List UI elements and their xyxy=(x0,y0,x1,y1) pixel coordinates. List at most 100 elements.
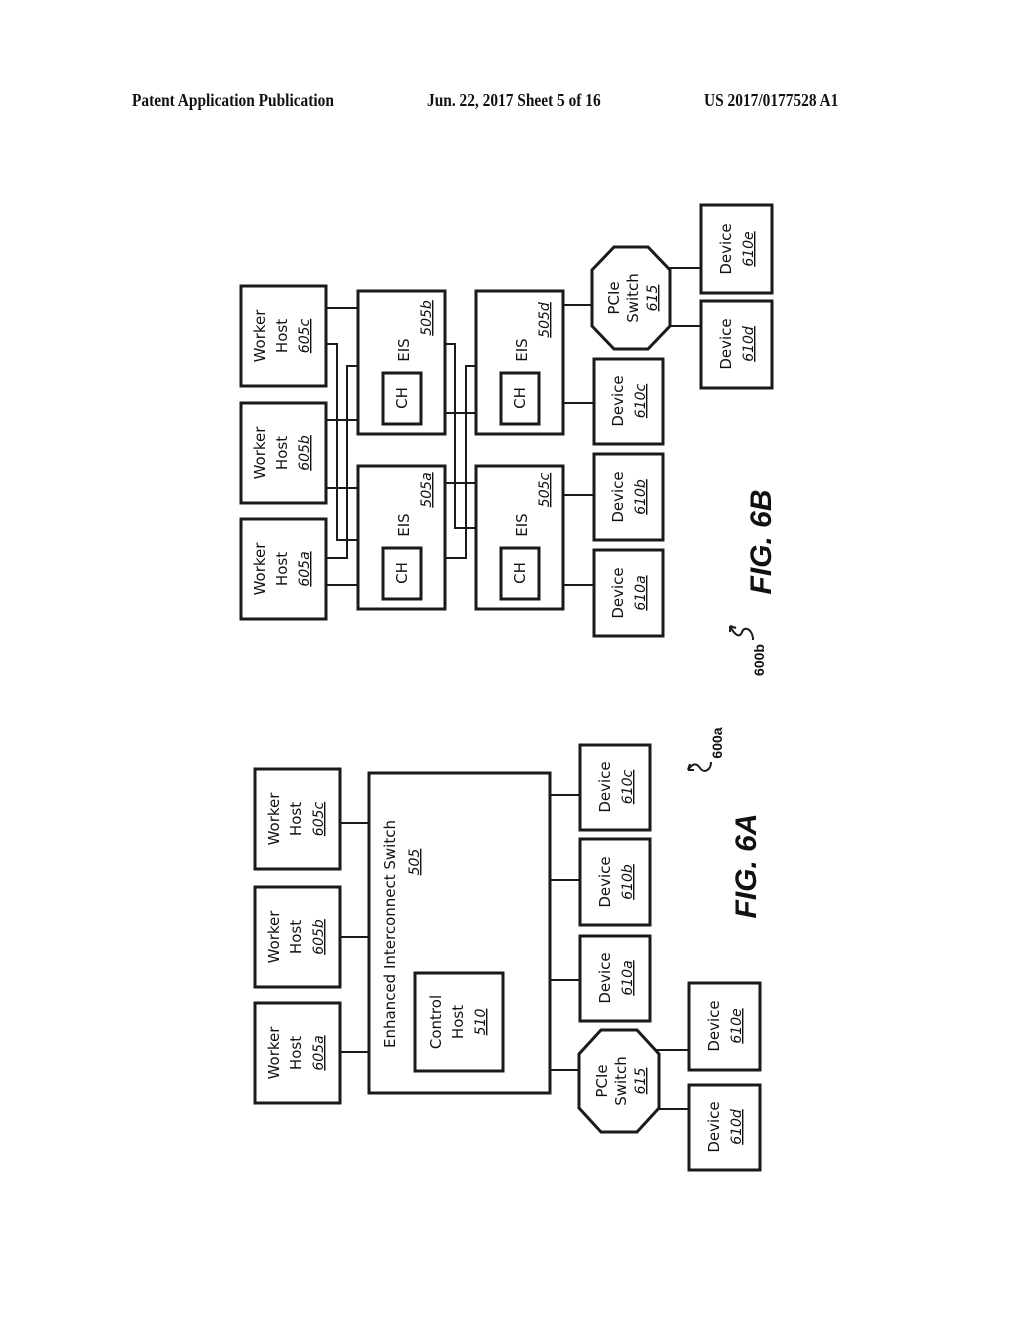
fig6a-worker_hosts-0-line2-text: Host xyxy=(287,1036,305,1070)
fig6a-devices-3-ref-text: 610d xyxy=(729,1109,745,1145)
fig6a-device-610c: Device 610c xyxy=(578,743,652,832)
fig6b-pcie-ref-text: 615 xyxy=(645,285,661,312)
fig6a-worker_hosts-1-line2-text: Host xyxy=(287,920,305,954)
connection-line xyxy=(326,343,358,541)
fig6b-pcie-switch-615: PCIe Switch 615 xyxy=(590,245,672,351)
fig6a-worker-host-605b: Worker Host 605b xyxy=(253,885,342,989)
connection-line xyxy=(326,365,358,559)
fig6a-devices-2-ref-text: 610c xyxy=(620,769,636,804)
fig6b-eis-2-label-text: EIS xyxy=(513,513,531,536)
box-outline xyxy=(592,452,665,542)
label-group: 600b xyxy=(751,644,767,676)
fig6a-worker_hosts-1-ref-text: 605b xyxy=(311,919,327,955)
fig6b-pcie-line2-text: Switch xyxy=(624,273,642,323)
fig6b-eis-505c: CH EIS 505c xyxy=(474,464,565,611)
fig6b-caption-text: FIG. 6B xyxy=(745,489,778,594)
fig6a-control_host-line2-text: Host xyxy=(449,1005,467,1039)
fig6b-device-610d: Device 610d xyxy=(699,299,774,390)
fig6b-worker_hosts-0-line2-text: Host xyxy=(273,552,291,586)
fig6a-worker_hosts-2-line2-text: Host xyxy=(287,802,305,836)
fig6b-eis-3-inner-text: CH xyxy=(511,387,529,409)
fig6a-worker-host-605c: Worker Host 605c xyxy=(253,767,342,871)
fig6a-device-610b: Device 610b xyxy=(578,837,652,927)
fig6b-devices-2-label-text: Device xyxy=(609,375,627,426)
fig6b-devices-4-label-text: Device xyxy=(717,223,735,274)
label-group: CH xyxy=(393,562,411,584)
fig6a-switch-label-text: Enhanced Interconnect Switch xyxy=(381,820,399,1048)
fig6b-eis-3-label-text: EIS xyxy=(513,338,531,361)
fig6a-devices-0-label-text: Device xyxy=(596,952,614,1003)
fig6b-device-610e: Device 610e xyxy=(699,203,774,295)
fig6a-worker_hosts-2-ref-text: 605c xyxy=(311,801,327,836)
box-outline xyxy=(592,548,665,638)
fig6b-worker_hosts-1-line2-text: Host xyxy=(273,436,291,470)
fig6a-pcie-line2-text: Switch xyxy=(612,1056,630,1106)
box-outline xyxy=(699,203,774,295)
label-group: EIS xyxy=(395,338,413,361)
fig6b-worker_hosts-2-line1-text: Worker xyxy=(251,309,269,363)
fig6a-pcie-switch-615: PCIe Switch 615 xyxy=(577,1028,661,1134)
fig6b-devices-4-ref-text: 610e xyxy=(741,231,757,266)
fig6b-eis-1-ref-text: 505b xyxy=(419,300,435,336)
fig6b-devices-0-label-text: Device xyxy=(609,567,627,618)
fig6b-eis-505d: CH EIS 505d xyxy=(474,289,565,436)
fig6b-devices-3-label-text: Device xyxy=(717,318,735,369)
fig6b-devices-1-label-text: Device xyxy=(609,471,627,522)
fig6a-devices-4-ref-text: 610e xyxy=(729,1008,745,1043)
fig6b-devices-3-ref-text: 610d xyxy=(741,326,757,362)
box-outline xyxy=(592,357,665,446)
fig6b-eis-3-ref-text: 505d xyxy=(537,302,553,338)
fig6b-eis-1-inner-text: CH xyxy=(393,387,411,409)
fig6b-worker-host-605a: Worker Host 605a xyxy=(239,517,328,621)
connection-line xyxy=(445,343,476,529)
label-group: 505b xyxy=(419,300,435,336)
label-group: 600a xyxy=(709,727,725,758)
fig6b-eis-505a: CH EIS 505a xyxy=(356,464,447,611)
fig6a-device-610a: Device 610a xyxy=(578,934,652,1023)
fig6b-eis-0-inner-text: CH xyxy=(393,562,411,584)
fig6b-worker_hosts-0-ref-text: 605a xyxy=(297,551,313,586)
label-group: CH xyxy=(511,387,529,409)
fig6a-devices-2-label-text: Device xyxy=(596,761,614,812)
label-group: 505d xyxy=(537,302,553,338)
fig6a-control-host-510: Control Host 510 xyxy=(413,971,505,1073)
fig6b-device-610b: Device 610b xyxy=(592,452,665,542)
fig6a-pcie-ref-text: 615 xyxy=(633,1068,649,1095)
fig6b-device-610a: Device 610a xyxy=(592,548,665,638)
fig6b-devices-0-ref-text: 610a xyxy=(633,575,649,610)
fig6a-device-610e: Device 610e xyxy=(687,981,762,1072)
label-group: CH xyxy=(511,562,529,584)
fig6a-control_host-ref-text: 510 xyxy=(473,1009,489,1036)
label-group: 505a xyxy=(419,472,435,507)
box-outline xyxy=(687,981,762,1072)
fig6b-worker-host-605b: Worker Host 605b xyxy=(239,401,328,505)
fig6a-caption-text: FIG. 6A xyxy=(730,813,763,918)
fig6a-devices-0-ref-text: 610a xyxy=(620,960,636,995)
fig6b-devices-2-ref-text: 610c xyxy=(633,383,649,418)
fig6b-worker_hosts-1-ref-text: 605b xyxy=(297,435,313,471)
box-outline xyxy=(578,837,652,927)
label-group: 505c xyxy=(537,472,553,507)
connection-line xyxy=(445,365,476,559)
fig6b-pcie-line1-text: PCIe xyxy=(605,281,623,314)
fig6b-eis-505b: CH EIS 505b xyxy=(356,289,447,436)
fig6b-worker_hosts-2-ref-text: 605c xyxy=(297,318,313,353)
fig6a-reference: 600a xyxy=(687,727,725,772)
figure-6a: Worker Host 605c Worker Host 605b Worker… xyxy=(253,727,763,1172)
fig6a-devices-1-label-text: Device xyxy=(596,856,614,907)
label-group: EIS xyxy=(395,513,413,536)
fig6b-devices-1-ref-text: 610b xyxy=(633,479,649,515)
fig6a-switch-ref-text: 505 xyxy=(407,849,423,876)
fig6a-worker_hosts-0-line1-text: Worker xyxy=(265,1026,283,1080)
figure-6b: Worker Host 605c Worker Host 605b Worker… xyxy=(239,203,778,676)
fig6a-worker_hosts-2-line1-text: Worker xyxy=(265,792,283,846)
fig6b-worker-host-605c: Worker Host 605c xyxy=(239,284,328,388)
fig6a-worker_hosts-1-line1-text: Worker xyxy=(265,910,283,964)
fig6a-worker_hosts-0-ref-text: 605a xyxy=(311,1035,327,1070)
fig6a-pcie-line1-text: PCIe xyxy=(593,1064,611,1097)
box-outline xyxy=(578,743,652,832)
fig6a-worker-host-605a: Worker Host 605a xyxy=(253,1001,342,1105)
label-group: Enhanced Interconnect Switch xyxy=(381,820,399,1048)
fig6b-eis-0-label-text: EIS xyxy=(395,513,413,536)
fig6b-worker_hosts-0-line1-text: Worker xyxy=(251,542,269,596)
